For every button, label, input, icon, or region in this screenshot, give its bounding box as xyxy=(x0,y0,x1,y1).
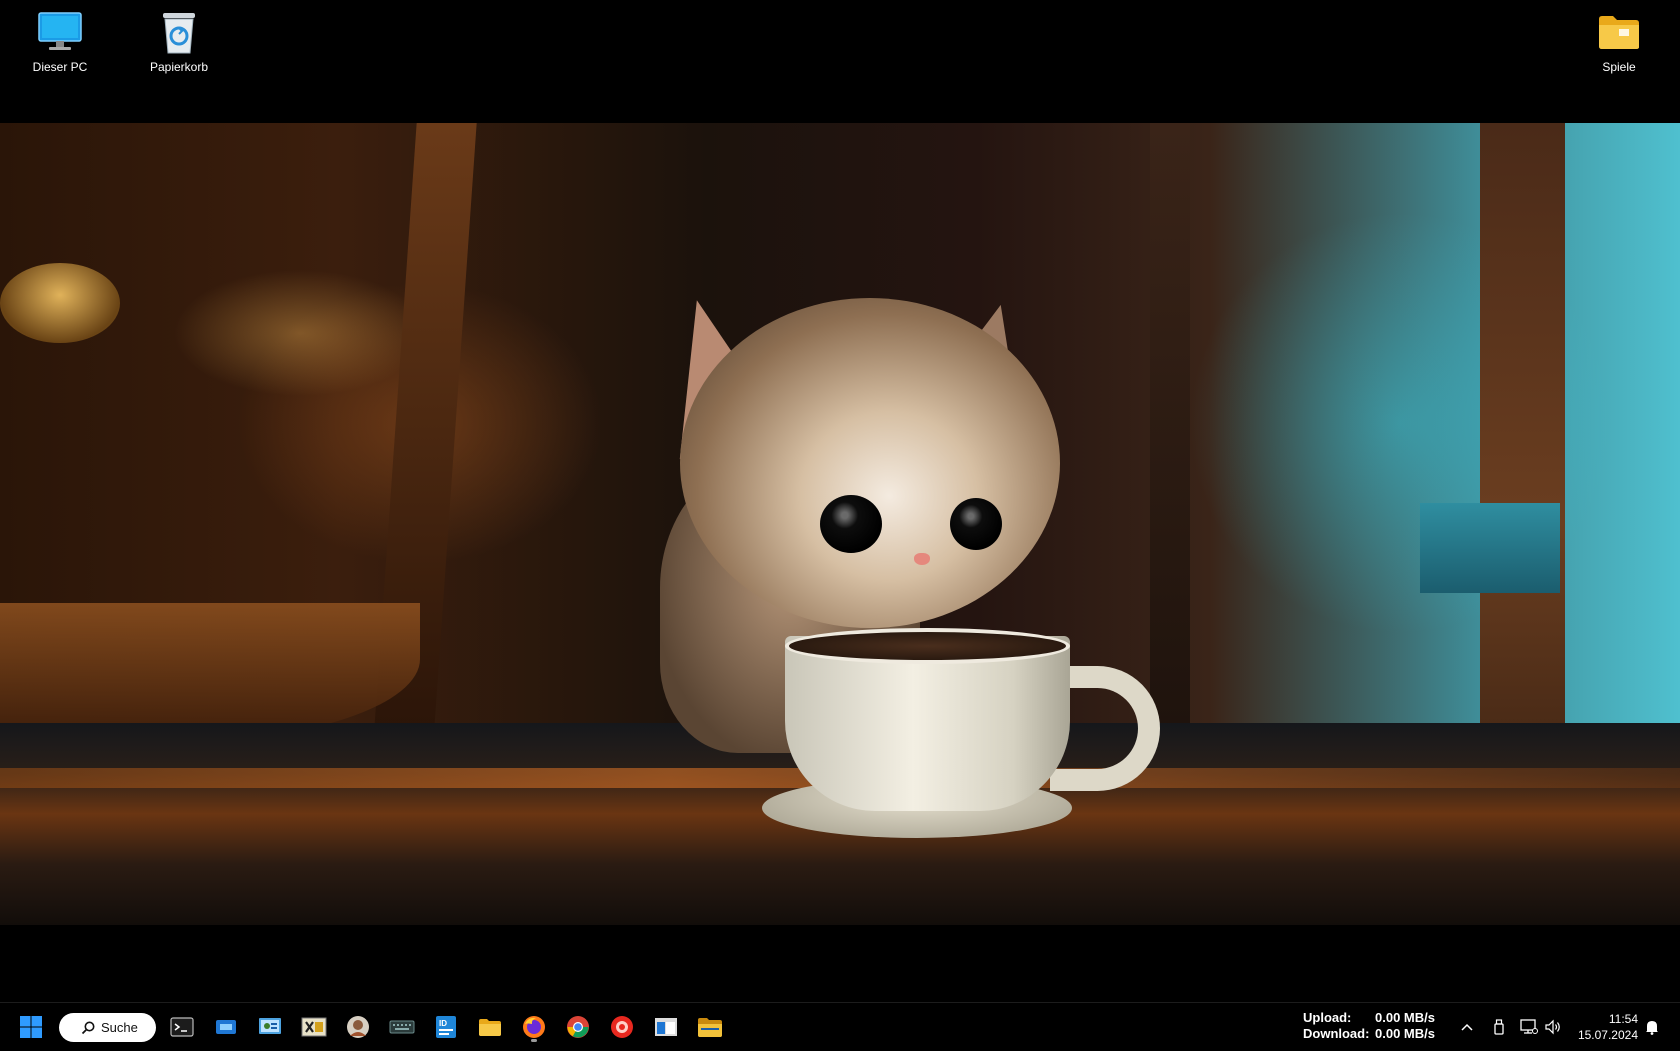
search-label: Suche xyxy=(101,1020,138,1035)
clock-time: 11:54 xyxy=(1608,1012,1638,1026)
avatar-app-icon xyxy=(347,1016,369,1038)
desktop-icon-recycle-bin[interactable]: Papierkorb xyxy=(131,8,227,74)
control-panel-icon xyxy=(259,1018,281,1034)
upload-label: Upload: xyxy=(1303,1010,1352,1025)
window-icon xyxy=(655,1018,677,1036)
id-card-icon: ID xyxy=(436,1016,456,1038)
taskbar-app-control-panel[interactable] xyxy=(254,1011,286,1043)
taskbar-app-red[interactable] xyxy=(606,1011,638,1043)
terminal-icon xyxy=(170,1017,194,1037)
download-value: 0.00 MB/s xyxy=(1375,1026,1435,1041)
taskbar-app-folder[interactable] xyxy=(694,1011,726,1043)
taskbar-search-box[interactable]: Suche xyxy=(59,1013,156,1042)
speaker-icon[interactable] xyxy=(1543,1017,1563,1037)
search-icon xyxy=(81,1021,95,1034)
taskbar-app-window-2[interactable] xyxy=(650,1011,682,1043)
monitor-icon xyxy=(36,8,84,56)
folder-icon xyxy=(698,1018,722,1037)
clock-date: 15.07.2024 xyxy=(1577,1028,1638,1042)
chevron-up-icon[interactable] xyxy=(1457,1017,1477,1037)
desktop-icon-label: Papierkorb xyxy=(149,60,209,74)
recycle-bin-icon xyxy=(155,8,203,56)
taskbar-app-id[interactable]: ID xyxy=(430,1011,462,1043)
windows-start-icon[interactable] xyxy=(15,1011,47,1043)
usb-drive-icon[interactable] xyxy=(1489,1017,1509,1037)
network-speed-meter[interactable]: Upload: 0.00 MB/s Download: 0.00 MB/s xyxy=(1303,1010,1435,1042)
chrome-icon xyxy=(567,1016,589,1038)
taskbar-app-avatar[interactable] xyxy=(342,1011,374,1043)
taskbar-app-spreadsheet[interactable] xyxy=(298,1011,330,1043)
upload-value: 0.00 MB/s xyxy=(1375,1010,1435,1025)
taskbar-app-keyboard[interactable] xyxy=(386,1011,418,1043)
desktop-icon-label: Spiele xyxy=(1602,60,1636,74)
svg-text:ID: ID xyxy=(439,1019,447,1028)
spreadsheet-icon xyxy=(301,1017,327,1037)
desktop-icon-spiele[interactable]: Spiele xyxy=(1571,8,1667,74)
red-circle-app-icon xyxy=(611,1016,633,1038)
taskbar-app-terminal[interactable] xyxy=(166,1011,198,1043)
taskbar-app-window[interactable] xyxy=(210,1011,242,1043)
system-clock[interactable]: 11:54 15.07.2024 xyxy=(1570,1011,1638,1043)
network-icon[interactable] xyxy=(1519,1017,1539,1037)
folder-icon xyxy=(1595,8,1643,56)
wallpaper-image xyxy=(0,123,1680,925)
active-indicator xyxy=(531,1039,537,1042)
taskbar-app-firefox[interactable] xyxy=(518,1011,550,1043)
taskbar-app-chrome[interactable] xyxy=(562,1011,594,1043)
taskbar: Suche ID Upload: 0.00 MB/s Download: 0.0… xyxy=(0,1002,1680,1051)
desktop: Dieser PC Papierkorb Spiele xyxy=(0,0,1680,1002)
folder-icon xyxy=(479,1019,501,1036)
app-window-icon xyxy=(216,1020,236,1034)
bell-icon[interactable] xyxy=(1642,1017,1662,1037)
desktop-icon-label: Dieser PC xyxy=(32,60,88,74)
desktop-icon-this-pc[interactable]: Dieser PC xyxy=(12,8,108,74)
keyboard-icon xyxy=(389,1020,415,1034)
taskbar-app-file-explorer[interactable] xyxy=(474,1011,506,1043)
firefox-icon xyxy=(523,1016,545,1038)
download-label: Download: xyxy=(1303,1026,1370,1041)
